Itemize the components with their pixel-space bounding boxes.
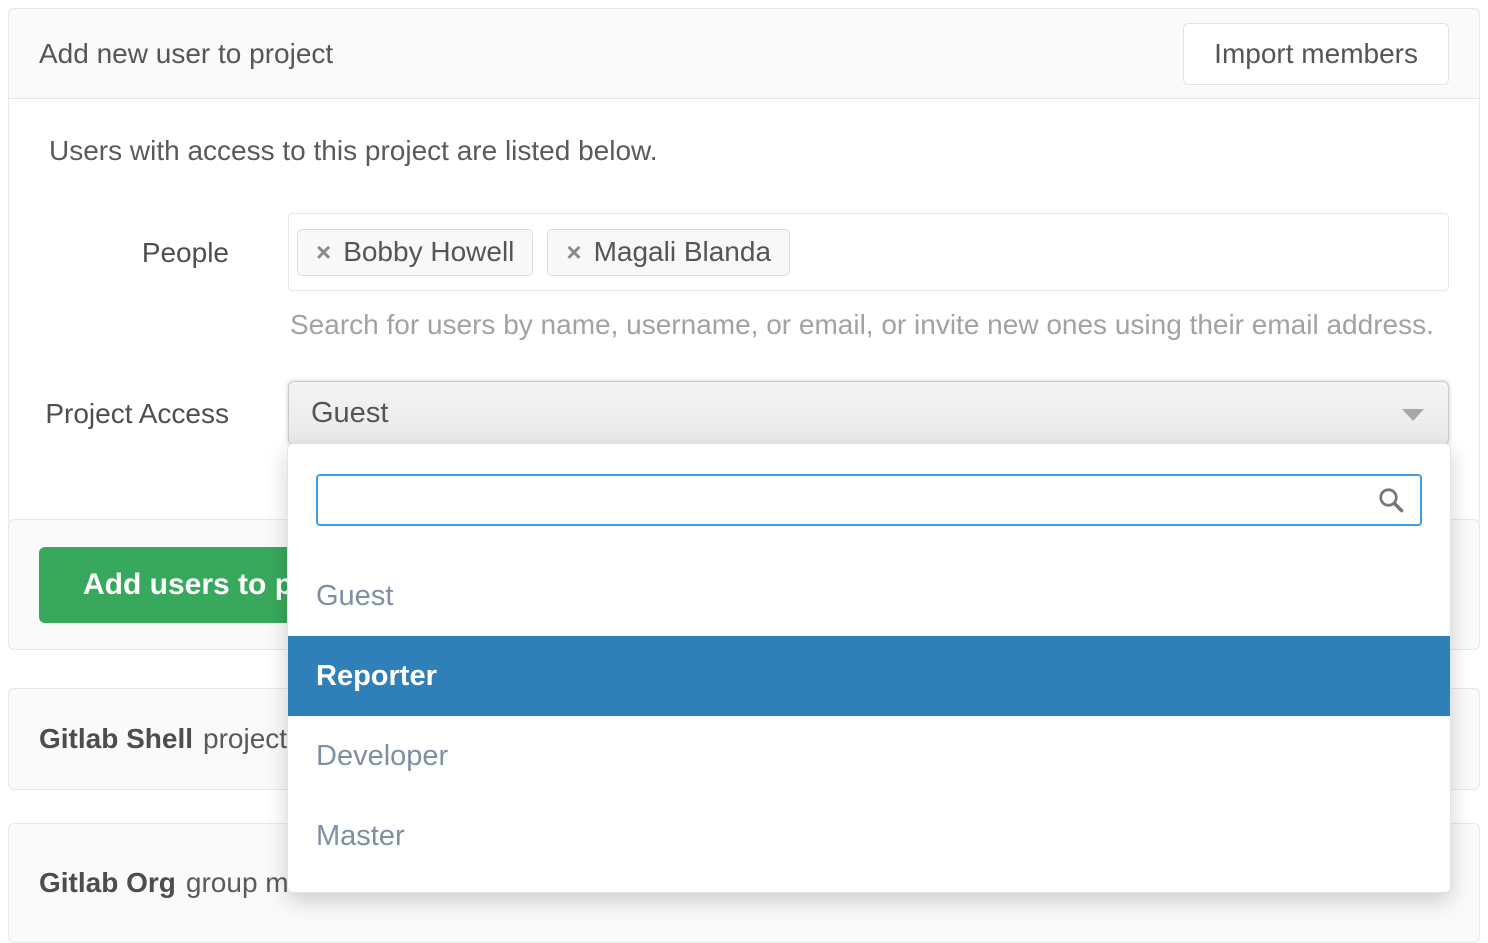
people-token-input[interactable]: × Bobby Howell × Magali Blanda <box>288 213 1449 291</box>
people-row: People × Bobby Howell × Magali Blanda Se… <box>39 213 1449 341</box>
dropdown-option-master[interactable]: Master <box>288 796 1450 876</box>
section-heading-text: group m <box>186 867 289 899</box>
panel-header: Add new user to project Import members <box>9 9 1479 99</box>
people-label: People <box>39 213 229 269</box>
token-name: Bobby Howell <box>343 236 514 268</box>
project-access-label: Project Access <box>39 381 229 430</box>
project-access-selected-value: Guest <box>311 397 388 430</box>
dropdown-option-reporter[interactable]: Reporter <box>288 636 1450 716</box>
dropdown-option-guest[interactable]: Guest <box>288 556 1450 636</box>
page-title: Add new user to project <box>39 38 333 70</box>
user-token: × Bobby Howell <box>297 229 533 276</box>
dropdown-search-input[interactable] <box>316 474 1422 526</box>
section-heading-text: project <box>203 723 287 755</box>
people-help-text: Search for users by name, username, or e… <box>290 309 1449 341</box>
chevron-down-icon <box>1402 409 1424 421</box>
project-access-row: Project Access Guest <box>39 381 1449 445</box>
project-access-dropdown: Guest Reporter Developer Master <box>287 443 1451 893</box>
dropdown-options-list: Guest Reporter Developer Master <box>288 556 1450 876</box>
section-group-name: Gitlab Org <box>39 867 176 899</box>
project-access-select[interactable]: Guest <box>288 381 1449 445</box>
import-members-button[interactable]: Import members <box>1183 23 1449 85</box>
remove-token-icon[interactable]: × <box>316 239 331 265</box>
section-project-name: Gitlab Shell <box>39 723 193 755</box>
token-name: Magali Blanda <box>594 236 771 268</box>
intro-text: Users with access to this project are li… <box>49 135 1449 167</box>
dropdown-option-developer[interactable]: Developer <box>288 716 1450 796</box>
remove-token-icon[interactable]: × <box>566 239 581 265</box>
user-token: × Magali Blanda <box>547 229 790 276</box>
dropdown-search-wrap <box>316 474 1422 526</box>
